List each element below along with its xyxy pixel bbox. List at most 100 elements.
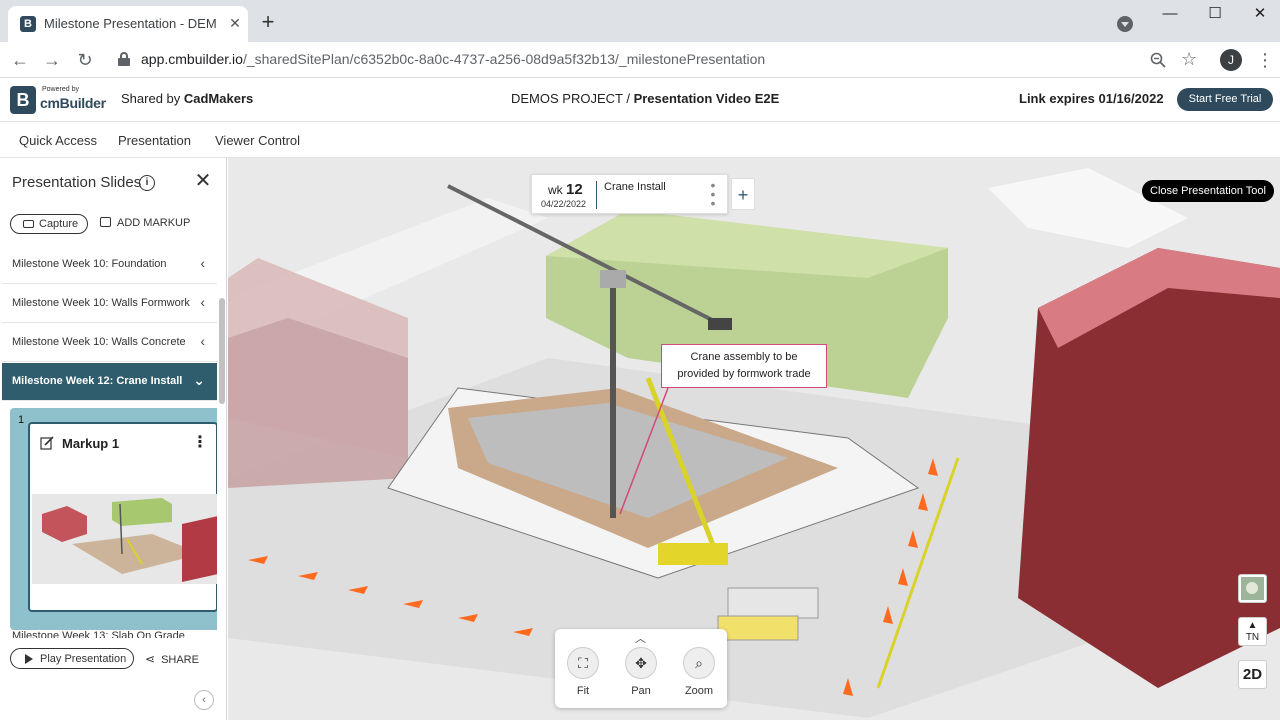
markup-card-container: 1 Markup 1 ⋮ <box>10 408 217 630</box>
menu-presentation[interactable]: Presentation <box>118 133 191 148</box>
presentation-name: Presentation Video E2E <box>633 91 780 106</box>
zoom-label: Zoom <box>684 685 714 697</box>
week-number: 12 <box>566 181 583 198</box>
milestone-week-card[interactable]: wk 12 04/22/2022 Crane Install • • • <box>531 174 728 214</box>
info-icon[interactable]: i <box>139 175 155 191</box>
start-free-trial-button[interactable]: Start Free Trial <box>1177 88 1273 111</box>
kebab-menu-icon[interactable]: ⋮ <box>192 432 208 452</box>
panel-title: Presentation Slides <box>12 174 142 191</box>
week-date: 04/22/2022 <box>541 199 587 209</box>
share-icon: ⋖ <box>145 652 156 666</box>
chevron-down-icon[interactable]: ⌄ <box>193 372 205 389</box>
minimize-icon[interactable]: — <box>1150 4 1190 24</box>
project-title: DEMOS PROJECT / Presentation Video E2E <box>511 91 779 106</box>
map-layer-button[interactable] <box>1238 574 1267 603</box>
week-milestone-name: Crane Install <box>604 181 666 193</box>
markup-thumbnail <box>32 494 217 584</box>
slide-item-active[interactable]: Milestone Week 12: Crane Install ⌄ <box>2 363 217 401</box>
menu-bar: Quick Access Presentation Viewer Control <box>0 122 1280 158</box>
slide-item-next[interactable]: Milestone Week 13: Slab On Grade <box>12 630 212 638</box>
north-arrow-icon: ▲ <box>1247 620 1258 631</box>
callout-line-2: provided by formwork trade <box>677 368 811 380</box>
close-presentation-tool-button[interactable]: Close Presentation Tool <box>1142 180 1274 202</box>
true-north-button[interactable]: ▲ TN <box>1238 617 1267 646</box>
menu-viewer-control[interactable]: Viewer Control <box>215 133 300 148</box>
slide-item[interactable]: Milestone Week 10: Foundation ‹ <box>2 246 217 284</box>
callout-line-1: Crane assembly to be <box>690 351 798 363</box>
window-close-icon[interactable]: ✕ <box>1240 4 1280 24</box>
shared-by-name: CadMakers <box>183 91 254 106</box>
app-header: B Powered by cmBuilder Shared by CadMake… <box>0 78 1280 122</box>
logo-powered-text: Powered by <box>42 86 79 93</box>
true-north-label: TN <box>1245 632 1260 643</box>
url-host: app.cmbuilder.io <box>141 51 243 67</box>
3d-viewport[interactable]: wk 12 04/22/2022 Crane Install • • • + Clo… <box>228 158 1280 720</box>
fit-button[interactable]: ⛶ Fit <box>559 647 607 703</box>
cmbuilder-logo[interactable]: B Powered by cmBuilder <box>10 84 106 116</box>
menu-quick-access[interactable]: Quick Access <box>19 133 97 148</box>
pan-button[interactable]: ✥ Pan <box>617 647 665 703</box>
browser-toolbar: ← → ↻ app.cmbuilder.io/_sharedSitePlan/c… <box>0 42 1280 78</box>
markup-number: 1 <box>18 414 25 426</box>
back-icon[interactable]: ← <box>8 48 32 72</box>
browser-menu-icon[interactable]: ⋮ <box>1256 49 1274 71</box>
share-label: SHARE <box>161 654 199 666</box>
reload-icon[interactable]: ↻ <box>73 48 97 72</box>
logo-mark-icon: B <box>10 86 36 114</box>
slide-label: Milestone Week 12: Crane Install <box>12 375 183 387</box>
zoom-indicator-icon[interactable] <box>1150 52 1166 68</box>
view-mode-button[interactable]: 2D <box>1238 660 1267 689</box>
slide-label: Milestone Week 10: Walls Formwork <box>12 297 190 309</box>
forward-icon[interactable]: → <box>40 48 64 72</box>
bookmark-star-icon[interactable]: ☆ <box>1181 49 1197 70</box>
week-label: wk 12 <box>548 181 583 198</box>
markup-card[interactable]: Markup 1 ⋮ <box>28 422 217 612</box>
collapse-panel-icon[interactable]: ‹ <box>194 690 214 710</box>
browser-tab-strip: B Milestone Presentation - DEMOS ✕ + — ☐… <box>0 0 1280 42</box>
browser-tab[interactable]: B Milestone Presentation - DEMOS ✕ <box>8 6 248 42</box>
navigation-toolbar: ︿ ⛶ Fit ✥ Pan ⌕ Zoom <box>555 629 727 708</box>
chevron-left-icon[interactable]: ‹ <box>200 255 205 271</box>
slide-list: Milestone Week 10: Foundation ‹ Mileston… <box>2 246 217 632</box>
shared-by: Shared by CadMakers <box>121 91 253 106</box>
markup-icon <box>100 217 111 227</box>
fit-icon: ⛶ <box>567 647 599 679</box>
camera-icon <box>23 220 34 228</box>
slide-label: Milestone Week 10: Foundation <box>12 258 167 270</box>
address-bar[interactable]: app.cmbuilder.io/_sharedSitePlan/c6352b0… <box>141 51 765 67</box>
markup-title: Markup 1 <box>62 436 120 451</box>
pan-icon: ✥ <box>625 647 657 679</box>
presentation-slides-panel: Presentation Slides i ✕ Capture ADD MARK… <box>0 158 227 720</box>
shared-prefix: Shared by <box>121 91 184 106</box>
chevron-left-icon[interactable]: ‹ <box>200 333 205 349</box>
maximize-icon[interactable]: ☐ <box>1195 4 1235 24</box>
chevron-up-icon[interactable]: ︿ <box>635 630 646 646</box>
slide-item[interactable]: Milestone Week 10: Walls Formwork ‹ <box>2 285 217 323</box>
panel-close-icon[interactable]: ✕ <box>194 171 212 191</box>
markup-callout[interactable]: Crane assembly to be provided by formwor… <box>661 344 827 388</box>
fit-label: Fit <box>576 685 590 697</box>
play-presentation-button[interactable]: Play Presentation <box>10 648 134 669</box>
zoom-button[interactable]: ⌕ Zoom <box>675 647 723 703</box>
play-icon <box>25 654 33 664</box>
week-divider <box>596 181 597 209</box>
week-prefix: wk <box>548 183 566 197</box>
capture-button[interactable]: Capture <box>10 214 88 234</box>
edit-icon[interactable] <box>40 436 54 450</box>
lock-icon[interactable] <box>118 52 130 66</box>
tab-close-icon[interactable]: ✕ <box>226 14 244 32</box>
profile-avatar[interactable]: J <box>1220 49 1242 71</box>
capture-label: Capture <box>39 218 79 230</box>
add-markup-button[interactable]: ADD MARKUP <box>100 217 190 229</box>
tab-search-icon[interactable] <box>1117 16 1133 32</box>
url-path: /_sharedSitePlan/c6352b0c-8a0c-4737-a256… <box>242 51 766 67</box>
kebab-menu-icon[interactable]: • • • <box>708 178 718 210</box>
map-thumbnail-icon <box>1241 577 1264 600</box>
share-button[interactable]: ⋖ SHARE <box>145 652 199 666</box>
project-name: DEMOS PROJECT / <box>511 91 634 106</box>
add-milestone-button[interactable]: + <box>731 178 755 210</box>
chevron-left-icon[interactable]: ‹ <box>200 294 205 310</box>
slide-list-scrollbar[interactable] <box>219 298 225 404</box>
new-tab-button[interactable]: + <box>258 11 278 33</box>
slide-item[interactable]: Milestone Week 10: Walls Concrete ‹ <box>2 324 217 362</box>
